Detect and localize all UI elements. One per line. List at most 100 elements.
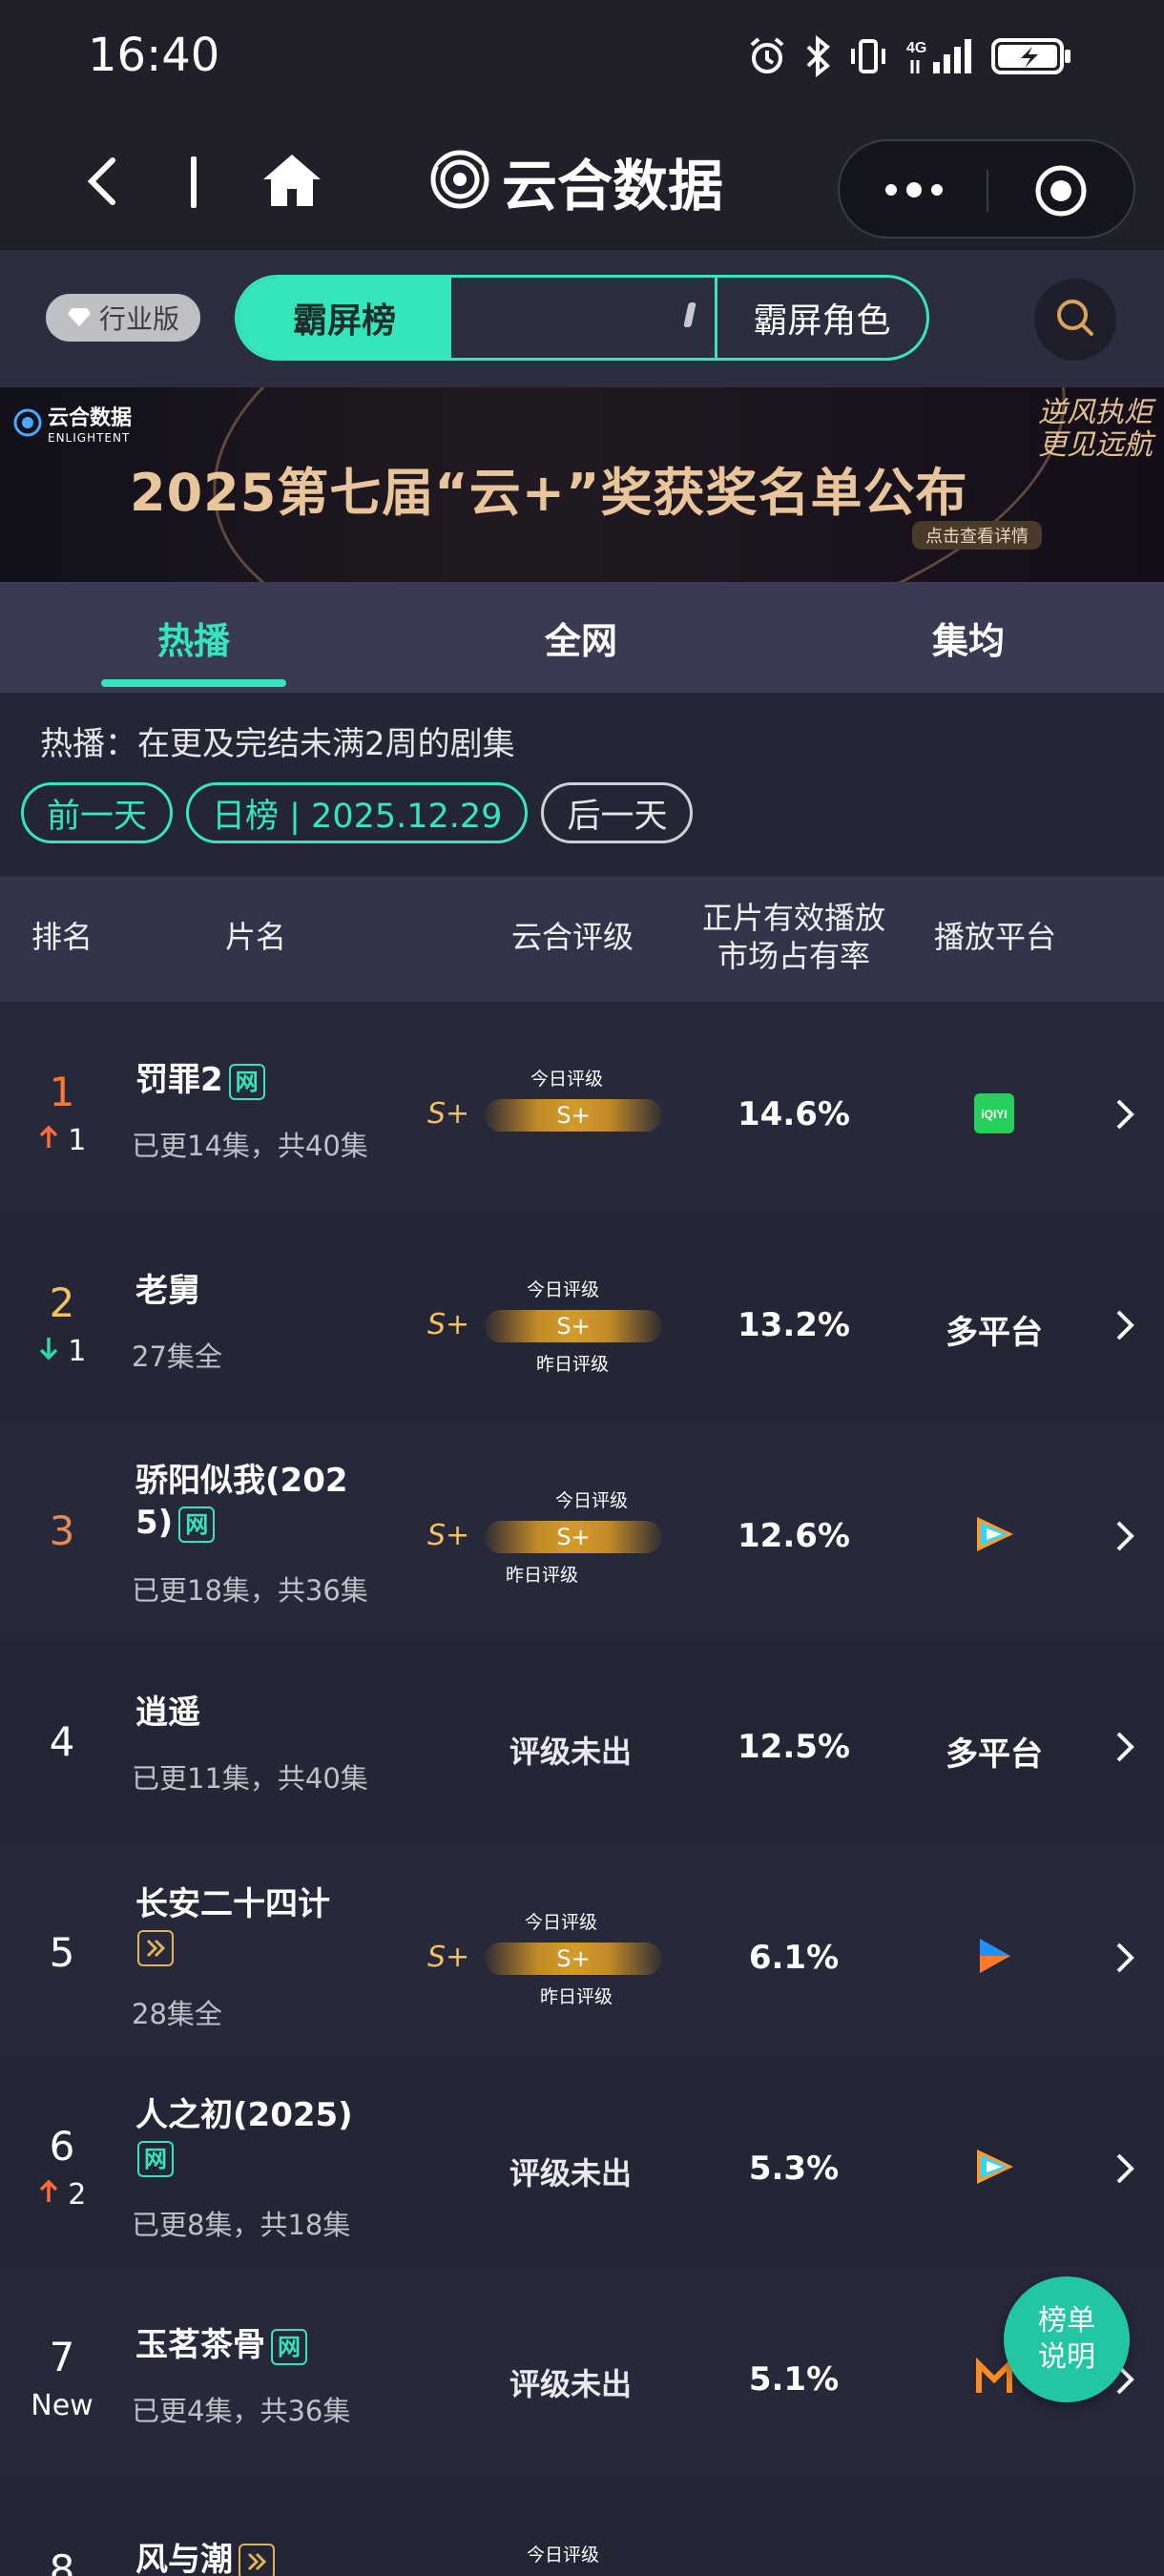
tab-hot[interactable]: 热播: [0, 582, 387, 693]
episode-progress: 已更8集，共18集: [132, 2209, 351, 2241]
market-share: 12.6%: [738, 1517, 850, 1555]
table-row[interactable]: 3 骄阳似我(202 5) 网 已更18集，共36集 S+ 今日评级 S+ 昨日评…: [0, 1423, 1164, 1634]
chevron-right-icon[interactable]: [1111, 1306, 1139, 1344]
industry-badge[interactable]: 行业版: [46, 294, 200, 342]
back-icon[interactable]: [76, 153, 134, 210]
platform-youku-icon: [918, 1935, 1070, 1977]
episode-progress: 28集全: [132, 1998, 222, 2030]
status-icons: 4G: [746, 32, 1072, 80]
table-row[interactable]: 7 New 玉茗茶骨网 已更4集，共36集 评级未出 5.1%: [0, 2267, 1164, 2478]
close-miniprogram-icon[interactable]: [1034, 164, 1088, 221]
search-button[interactable]: [1034, 279, 1116, 361]
banner-cta[interactable]: 点击查看详情: [912, 521, 1042, 550]
header-share-line1: 正片有效播放: [701, 900, 885, 936]
rating-today-label: 今日评级: [555, 1490, 629, 1511]
rank-number: 5: [49, 1929, 75, 1976]
banner-logo-icon: [13, 408, 42, 437]
rating-bar: S+: [485, 1942, 662, 1975]
rating-bar-value: S+: [556, 1945, 591, 1972]
rank-change: 1: [19, 1124, 105, 1157]
tab-all-network[interactable]: 全网: [387, 582, 775, 693]
network-type: 4G: [906, 40, 926, 56]
chevron-right-icon[interactable]: [1111, 1095, 1139, 1133]
market-share: 5.3%: [748, 2150, 840, 2188]
table-row[interactable]: 5 长安二十四计 28集全 S+ 今日评级 S+ 昨日评级 6.1%: [0, 1845, 1164, 2056]
rating-bar-value: S+: [556, 1313, 591, 1340]
chevron-right-icon[interactable]: [1111, 1517, 1139, 1555]
rating-bar-value: S+: [556, 1524, 591, 1550]
diamond-icon: [67, 302, 92, 334]
ranking-explanation-button[interactable]: 榜单 说明: [1004, 2276, 1130, 2402]
rating-yesterday-label: 昨日评级: [536, 1354, 610, 1375]
industry-label: 行业版: [98, 303, 179, 335]
episode-progress: 已更14集，共40集: [132, 1130, 368, 1162]
header-title: 片名: [224, 919, 286, 955]
header-share-line2: 市场占有率: [717, 938, 870, 974]
rating-today-label: 今日评级: [530, 1069, 604, 1090]
market-share: 12.5%: [738, 1728, 850, 1766]
ranking-description: 热播：在更及完结未满2周的剧集: [40, 725, 515, 763]
header-rating: 云合评级: [510, 919, 634, 955]
episode-progress: 已更4集，共36集: [132, 2395, 351, 2427]
more-icon[interactable]: [882, 176, 946, 208]
show-title: 长安二十四计: [135, 1883, 374, 1967]
banner-logo-text: 云合数据: [48, 406, 133, 430]
alarm-icon: [746, 35, 788, 77]
nav-bar: 云合数据: [0, 114, 1164, 250]
header-platform: 播放平台: [933, 919, 1056, 955]
table-row[interactable]: 8 风与潮 今日评级: [0, 2478, 1164, 2576]
rating-yesterday-label: 昨日评级: [506, 1565, 579, 1586]
header-market-share: 正片有效播放 市场占有率: [691, 899, 897, 975]
nav-divider: [191, 156, 197, 208]
app-name: 云合数据: [502, 154, 724, 218]
rank-change: 2: [19, 2178, 105, 2212]
miniprogram-capsule: [838, 139, 1135, 239]
segment-screen-ranking[interactable]: 霸屏榜: [238, 278, 451, 358]
show-title: 骄阳似我(202 5) 网: [135, 1460, 374, 1544]
table-row[interactable]: 2 1 老舅 27集全 S+ 今日评级 S+ 昨日评级 13.2% 多平台: [0, 1213, 1164, 1423]
chevron-right-icon[interactable]: [1111, 1728, 1139, 1766]
rank-number: 6: [49, 2123, 75, 2170]
platform-multi: 多平台: [946, 1735, 1043, 1774]
home-icon[interactable]: [261, 151, 322, 210]
app-brand: 云合数据: [429, 145, 723, 218]
rating-bar: S+: [485, 1310, 662, 1342]
segment-middle[interactable]: [451, 278, 715, 358]
table-row[interactable]: 1 1 罚罪2 网 已更14集，共40集 S+ 今日评级 S+ 14.6% iQI…: [0, 1002, 1164, 1213]
brand-logo-icon: [429, 149, 490, 214]
rank-change: 1: [19, 1335, 105, 1368]
next-day-button[interactable]: 后一天: [541, 782, 694, 843]
signal-icon: 4G: [904, 35, 975, 77]
table-row[interactable]: 6 2 人之初(2025) 网 已更8集，共18集 评级未出 5.3%: [0, 2056, 1164, 2267]
rank-change-new: New: [31, 2389, 94, 2422]
rating-today-label: 今日评级: [527, 1279, 600, 1300]
premium-play-badge-icon: [239, 2543, 275, 2576]
show-title: 老舅: [135, 1272, 200, 1310]
show-title: 玉茗茶骨网: [135, 2324, 374, 2366]
show-title-text: 罚罪2: [135, 1061, 223, 1099]
platform-tencent-icon: [918, 1513, 1070, 1555]
separator-mark-icon: [683, 302, 696, 327]
chevron-right-icon[interactable]: [1111, 2150, 1139, 2188]
market-share: 6.1%: [748, 1939, 840, 1977]
banner-title: 2025第七届“云+”奖获奖名单公布: [130, 463, 968, 523]
rank-number: 4: [49, 1718, 75, 1765]
rating-pending: 评级未出: [509, 2155, 632, 2192]
chevron-right-icon[interactable]: [1111, 1939, 1139, 1977]
rating-grade: S+: [427, 1097, 470, 1131]
rank-number: 7: [49, 2334, 75, 2380]
show-title-text: 玉茗茶骨: [135, 2326, 265, 2364]
web-drama-badge: 网: [137, 2140, 174, 2177]
float-button-line2: 说明: [1038, 2340, 1095, 2374]
float-button-line1: 榜单: [1038, 2304, 1095, 2337]
web-drama-badge: 网: [271, 2328, 307, 2365]
table-row[interactable]: 4 逍遥 已更11集，共40集 评级未出 12.5% 多平台: [0, 1634, 1164, 1845]
tab-per-episode[interactable]: 集均: [775, 582, 1162, 693]
prev-day-button[interactable]: 前一天: [21, 782, 174, 843]
date-navigation: 前一天 日榜 | 2025.12.29 后一天: [21, 782, 694, 843]
web-drama-badge: 网: [228, 1063, 265, 1100]
segment-screen-role[interactable]: 霸屏角色: [715, 278, 926, 358]
promo-banner[interactable]: 云合数据 ENLIGHTENT 2025第七届“云+”奖获奖名单公布 逆风执炬 …: [0, 387, 1164, 582]
episode-progress: 27集全: [132, 1340, 222, 1373]
current-date-button[interactable]: 日榜 | 2025.12.29: [186, 782, 529, 843]
